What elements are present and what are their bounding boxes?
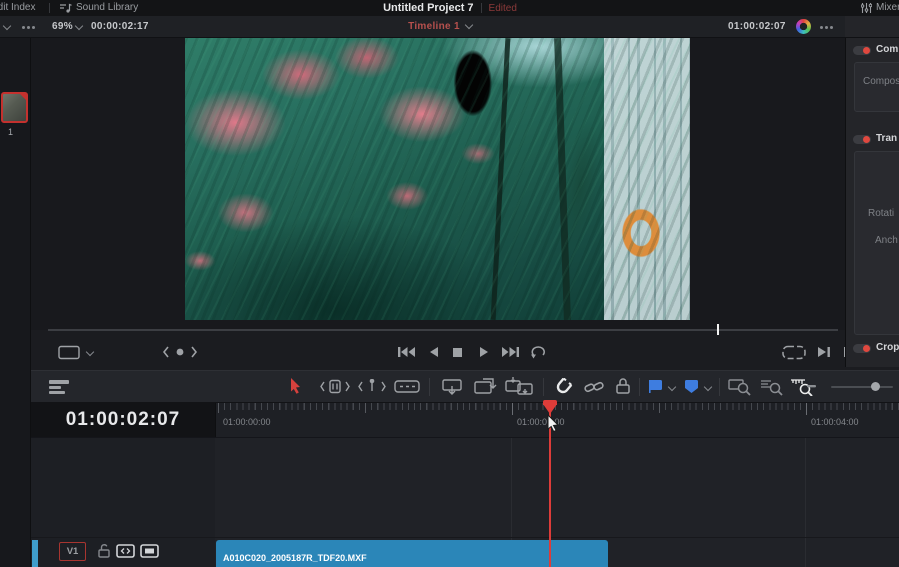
viewer-scrubber-playhead[interactable] bbox=[717, 324, 719, 335]
gridline bbox=[805, 437, 806, 567]
video-frame[interactable] bbox=[185, 38, 690, 320]
linked-selection-icon[interactable] bbox=[584, 379, 604, 395]
timeline-timecode-box: 01:00:02:07 bbox=[31, 403, 215, 437]
rotation-angle-label: Rotati bbox=[868, 208, 894, 219]
flag-icon[interactable] bbox=[648, 379, 664, 393]
davinci-resolve-edit-page: Edit Index Sound Library Untitled Projec… bbox=[0, 0, 899, 567]
clip-name: A010C020_2005187R_TDF20.MXF bbox=[223, 553, 367, 563]
viewer-overlay-icon[interactable] bbox=[58, 345, 80, 360]
inspector-panel: Com Compos Tran Rotati Anch Crop bbox=[845, 38, 899, 367]
ruler-label: 01:00:04:00 bbox=[811, 417, 859, 427]
divider bbox=[429, 378, 430, 396]
composite-settings-box: Compos bbox=[854, 62, 899, 112]
zoom-slider-thumb[interactable] bbox=[871, 382, 880, 391]
crop-section-label[interactable]: Crop bbox=[876, 342, 899, 353]
track-v1-button[interactable]: V1 bbox=[59, 542, 86, 561]
last-frame-button[interactable] bbox=[502, 346, 520, 358]
first-frame-button[interactable] bbox=[397, 346, 415, 358]
play-button[interactable] bbox=[479, 346, 490, 358]
project-title: Untitled Project 7 bbox=[383, 2, 473, 14]
timeline-viewer bbox=[31, 38, 845, 330]
next-edit-icon[interactable] bbox=[817, 346, 831, 358]
timeline-current-timecode: 01:00:02:07 bbox=[66, 409, 181, 431]
color-wheel-icon[interactable] bbox=[796, 19, 811, 34]
ellipsis-icon[interactable] bbox=[22, 26, 25, 29]
transform-toggle[interactable] bbox=[853, 135, 871, 144]
divider bbox=[49, 3, 50, 13]
viewer-header: 69% 00:00:02:17 Timeline 1 01:00:02:07 bbox=[0, 16, 845, 38]
composite-mode-label: Compos bbox=[863, 76, 899, 87]
ruler-label: 01:00:00:00 bbox=[223, 417, 271, 427]
record-timecode: 01:00:02:07 bbox=[728, 21, 786, 32]
edit-index-button[interactable]: Edit Index bbox=[0, 2, 35, 13]
divider bbox=[719, 378, 720, 396]
transport-controls bbox=[31, 336, 845, 370]
snapping-magnet-icon[interactable] bbox=[553, 378, 573, 396]
timeline-thumbnail[interactable] bbox=[1, 92, 28, 123]
divider bbox=[543, 378, 544, 396]
chevron-down-icon[interactable] bbox=[668, 383, 676, 391]
chevron-down-icon[interactable] bbox=[465, 21, 473, 29]
ruler-ticks bbox=[218, 403, 899, 410]
track-name: V1 bbox=[67, 546, 79, 557]
inspector-header-strip bbox=[845, 16, 899, 38]
timeline-view-options-icon[interactable] bbox=[48, 379, 70, 395]
transform-settings-box: Rotati Anch bbox=[854, 151, 899, 335]
zoom-full-extent-icon[interactable] bbox=[728, 378, 752, 396]
track-destination-icon[interactable] bbox=[140, 544, 159, 558]
mixer-button[interactable]: Mixer bbox=[876, 2, 899, 13]
title-bar: Edit Index Sound Library Untitled Projec… bbox=[0, 0, 899, 16]
loop-playback-button[interactable] bbox=[530, 345, 547, 359]
insert-clip-icon[interactable] bbox=[439, 377, 465, 396]
composite-section-label[interactable]: Com bbox=[876, 44, 898, 55]
mixer-icon bbox=[861, 3, 872, 13]
source-timecode: 00:00:02:17 bbox=[91, 21, 149, 32]
marker-icon[interactable] bbox=[684, 379, 699, 394]
trim-edit-mode-icon[interactable] bbox=[320, 379, 350, 394]
chevron-down-icon[interactable] bbox=[75, 22, 83, 30]
media-pool-sidebar: 1 bbox=[0, 38, 31, 567]
track-color-bar bbox=[32, 540, 38, 567]
zoom-out-button[interactable] bbox=[807, 385, 816, 388]
selected-badge bbox=[19, 93, 27, 101]
viewer-zoom-select[interactable]: 69% bbox=[52, 21, 73, 32]
divider bbox=[481, 3, 482, 13]
viewer-scrubber-bar[interactable] bbox=[48, 329, 838, 331]
edited-badge: Edited bbox=[489, 3, 517, 14]
razor-edit-mode-icon[interactable] bbox=[394, 379, 420, 394]
step-back-button[interactable] bbox=[428, 346, 439, 358]
anchor-point-label: Anch bbox=[875, 235, 898, 246]
dynamic-trim-mode-icon[interactable] bbox=[358, 379, 386, 394]
video-leaf-texture bbox=[185, 38, 690, 320]
sound-library-icon bbox=[60, 3, 72, 13]
playhead-line[interactable] bbox=[549, 410, 551, 567]
composite-toggle[interactable] bbox=[853, 46, 871, 55]
overwrite-clip-icon[interactable] bbox=[473, 377, 499, 396]
stop-button[interactable] bbox=[452, 347, 463, 358]
chevron-down-icon[interactable] bbox=[704, 383, 712, 391]
selection-mode-icon[interactable] bbox=[289, 377, 303, 395]
replace-clip-icon[interactable] bbox=[505, 377, 535, 396]
track-auto-select-icon[interactable] bbox=[116, 544, 135, 558]
position-lock-icon[interactable] bbox=[615, 377, 631, 395]
playhead-handle[interactable] bbox=[543, 404, 557, 414]
timeline-toolbar bbox=[31, 370, 899, 403]
loop-region-icon[interactable] bbox=[782, 345, 806, 360]
thumbnail-label: 1 bbox=[8, 127, 13, 137]
transform-section-label[interactable]: Tran bbox=[876, 133, 897, 144]
divider bbox=[31, 537, 899, 538]
mouse-cursor bbox=[547, 414, 560, 433]
chevron-down-icon[interactable] bbox=[86, 348, 94, 356]
ellipsis-icon[interactable] bbox=[820, 26, 823, 29]
crop-toggle[interactable] bbox=[853, 344, 871, 353]
zoom-detail-icon[interactable] bbox=[760, 378, 784, 396]
divider bbox=[31, 437, 899, 438]
sound-library-button[interactable]: Sound Library bbox=[76, 2, 138, 13]
jog-control-icon[interactable] bbox=[163, 346, 197, 358]
divider bbox=[639, 378, 640, 396]
timeline-name-dropdown[interactable]: Timeline 1 bbox=[408, 21, 460, 32]
track-lock-icon[interactable] bbox=[97, 543, 111, 559]
zoom-slider-track[interactable] bbox=[831, 386, 893, 388]
chevron-down-icon[interactable] bbox=[3, 22, 11, 30]
